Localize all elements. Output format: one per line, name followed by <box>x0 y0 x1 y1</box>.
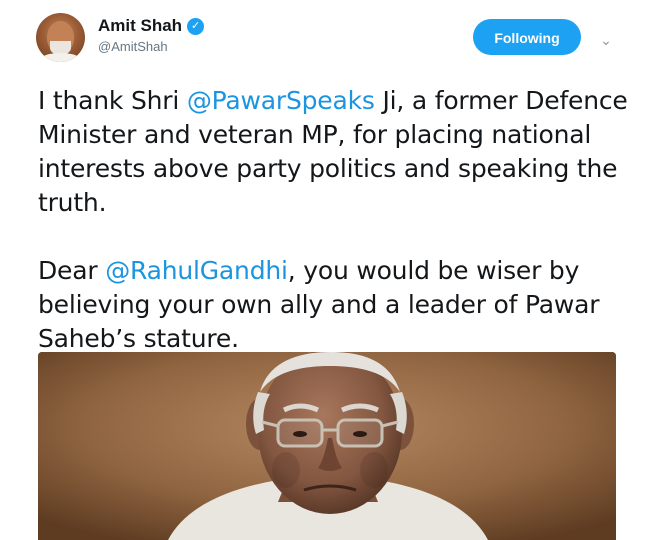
tweet-media-photo[interactable] <box>38 352 616 540</box>
paragraph-1-prefix: I thank Shri <box>38 86 187 115</box>
author-handle[interactable]: @AmitShah <box>98 39 204 54</box>
mention-rahulgandhi-link[interactable]: @RahulGandhi <box>105 256 288 285</box>
author-avatar[interactable] <box>36 13 85 62</box>
author-name-row: Amit Shah ✓ <box>98 16 205 36</box>
following-button[interactable]: Following <box>473 19 581 55</box>
tweet-header: Amit Shah ✓ @AmitShah Following ⌄ <box>36 13 626 69</box>
paragraph-2-prefix: Dear <box>38 256 106 285</box>
photo-cheek-left <box>272 452 300 488</box>
avatar-shirt <box>40 53 81 62</box>
portrait-illustration <box>38 352 616 540</box>
tweet-paragraph-1: I thank Shri @PawarSpeaks Ji, a former D… <box>38 84 628 220</box>
tweet-card: Amit Shah ✓ @AmitShah Following ⌄ I than… <box>0 0 650 540</box>
tweet-paragraph-2: Dear @RahulGandhi, you would be wiser by… <box>38 254 628 356</box>
chevron-down-icon[interactable]: ⌄ <box>597 31 615 49</box>
author-info: Amit Shah ✓ @AmitShah <box>98 16 205 54</box>
mention-pawarspeaks-link[interactable]: @PawarSpeaks <box>187 86 375 115</box>
photo-cheek-right <box>360 452 388 488</box>
photo-right-eye <box>353 431 367 437</box>
verified-badge-icon: ✓ <box>187 17 205 35</box>
author-display-name[interactable]: Amit Shah <box>98 16 182 36</box>
photo-left-eye <box>293 431 307 437</box>
tweet-text: I thank Shri @PawarSpeaks Ji, a former D… <box>38 84 628 356</box>
